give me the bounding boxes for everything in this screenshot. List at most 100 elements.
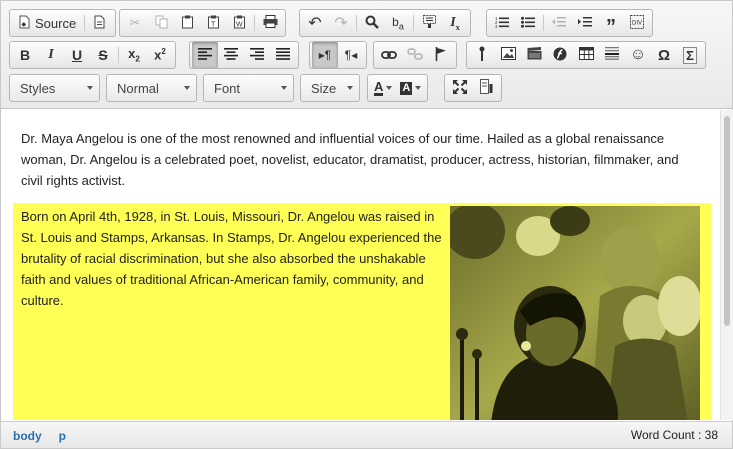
path-item-p[interactable]: p xyxy=(59,429,66,443)
svg-text:DIV: DIV xyxy=(632,20,642,26)
scrollbar-thumb[interactable] xyxy=(724,116,730,326)
remove-format-button[interactable]: Ix xyxy=(442,10,468,36)
underline-button[interactable]: U xyxy=(64,42,90,68)
maximize-button[interactable] xyxy=(447,75,473,101)
insert-group: ☺ Ω Σ xyxy=(466,41,706,69)
font-label: Font xyxy=(214,80,241,96)
preview-button[interactable] xyxy=(87,10,113,36)
italic-button[interactable]: I xyxy=(38,42,64,68)
paste-word-button[interactable]: W xyxy=(226,10,252,36)
paragraph-intro: Dr. Maya Angelou is one of the most reno… xyxy=(21,131,679,188)
paste-text-button[interactable]: T xyxy=(200,10,226,36)
replace-icon: ba xyxy=(392,14,404,32)
background-color-button[interactable]: A xyxy=(396,75,425,101)
special-char-button[interactable]: Ω xyxy=(651,42,677,68)
anchor-button[interactable] xyxy=(428,42,454,68)
styles-dropdown[interactable]: Styles xyxy=(9,74,100,102)
outdent-button[interactable] xyxy=(546,10,572,36)
portrait-photo[interactable] xyxy=(450,206,700,420)
paste-button[interactable] xyxy=(174,10,200,36)
align-right-button[interactable] xyxy=(244,42,270,68)
rtl-icon: ¶◂ xyxy=(344,48,358,62)
strikethrough-button[interactable]: S xyxy=(90,42,116,68)
table-button[interactable] xyxy=(573,42,599,68)
find-button[interactable] xyxy=(359,10,385,36)
chevron-down-icon xyxy=(184,86,190,90)
bold-button[interactable]: B xyxy=(12,42,38,68)
clipboard-group: ✂ T W xyxy=(119,9,286,37)
chevron-down-icon xyxy=(347,86,353,90)
paragraph-biography: Born on April 4th, 1928, in St. Louis, M… xyxy=(21,209,442,308)
scissors-icon: ✂ xyxy=(129,15,141,30)
source-icon: ◆ xyxy=(18,15,31,32)
flash-button[interactable] xyxy=(521,42,547,68)
bulleted-list-button[interactable] xyxy=(515,10,541,36)
copy-icon xyxy=(155,15,168,32)
size-dropdown[interactable]: Size xyxy=(300,74,360,102)
numbered-list-button[interactable]: 123 xyxy=(489,10,515,36)
paste-word-icon: W xyxy=(233,15,246,32)
show-blocks-button[interactable] xyxy=(473,75,499,101)
copy-button[interactable] xyxy=(148,10,174,36)
bulleted-list-icon xyxy=(521,16,535,31)
vertical-scrollbar[interactable] xyxy=(720,110,733,420)
link-icon xyxy=(381,48,397,63)
numbered-list-icon: 123 xyxy=(495,16,509,31)
align-left-icon xyxy=(198,47,212,63)
remove-format-icon: Ix xyxy=(450,14,460,32)
spell-check-button[interactable] xyxy=(469,42,495,68)
select-all-button[interactable] xyxy=(416,10,442,36)
highlighted-block: Born on April 4th, 1928, in St. Louis, M… xyxy=(13,203,711,420)
rtl-button[interactable]: ¶◂ xyxy=(338,42,364,68)
math-button[interactable]: Σ xyxy=(677,42,703,68)
path-item-body[interactable]: body xyxy=(13,429,42,443)
link-button[interactable] xyxy=(376,42,402,68)
flag-icon xyxy=(435,46,447,64)
search-icon xyxy=(365,15,379,32)
bold-label: B xyxy=(19,47,31,63)
italic-label: I xyxy=(48,47,54,62)
superscript-button[interactable]: x2 xyxy=(147,42,173,68)
blockquote-button[interactable]: ” xyxy=(598,10,624,37)
replace-button[interactable]: ba xyxy=(385,10,411,36)
select-all-icon xyxy=(422,14,436,32)
subscript-icon: x2 xyxy=(128,46,140,64)
horizontal-rule-button[interactable] xyxy=(599,42,625,68)
rich-text-editor: ◆ Source ✂ T W ↶ ↷ ba Ix 1 2 3 ” DIV B I… xyxy=(0,0,733,449)
source-label: Source xyxy=(35,15,77,31)
ltr-icon: ▸¶ xyxy=(318,48,332,62)
smiley-button[interactable]: ☺ xyxy=(625,42,651,68)
source-button[interactable]: ◆ Source xyxy=(12,10,82,36)
undo-button[interactable]: ↶ xyxy=(302,10,328,36)
cut-button[interactable]: ✂ xyxy=(122,10,148,36)
sigma-icon: Σ xyxy=(683,46,697,64)
indent-icon xyxy=(578,16,592,31)
subscript-button[interactable]: x2 xyxy=(121,42,147,68)
print-button[interactable] xyxy=(257,10,283,36)
redo-button[interactable]: ↷ xyxy=(328,10,354,36)
word-count: Word Count : 38 xyxy=(630,428,718,442)
align-left-button[interactable] xyxy=(192,42,218,68)
align-center-button[interactable] xyxy=(218,42,244,68)
image-button[interactable] xyxy=(495,42,521,68)
editor-content-area[interactable]: Dr. Maya Angelou is one of the most reno… xyxy=(2,110,720,420)
flash-icon xyxy=(553,47,567,64)
ltr-button[interactable]: ▸¶ xyxy=(312,42,338,68)
chevron-down-icon xyxy=(281,86,287,90)
text-color-icon: A xyxy=(374,78,384,96)
flash-object-button[interactable] xyxy=(547,42,573,68)
indent-button[interactable] xyxy=(572,10,598,36)
unlink-icon xyxy=(407,47,423,63)
text-color-button[interactable]: A xyxy=(370,75,396,101)
document-group: ◆ Source xyxy=(9,9,117,37)
pin-icon xyxy=(478,46,486,64)
format-label: Normal xyxy=(117,80,159,96)
horizontal-rule-icon xyxy=(605,47,619,63)
unlink-button[interactable] xyxy=(402,42,428,68)
div-container-button[interactable]: DIV xyxy=(624,10,650,36)
outdent-icon xyxy=(552,16,566,31)
justify-button[interactable] xyxy=(270,42,296,68)
redo-icon: ↷ xyxy=(334,15,348,32)
format-dropdown[interactable]: Normal xyxy=(106,74,197,102)
font-dropdown[interactable]: Font xyxy=(203,74,294,102)
